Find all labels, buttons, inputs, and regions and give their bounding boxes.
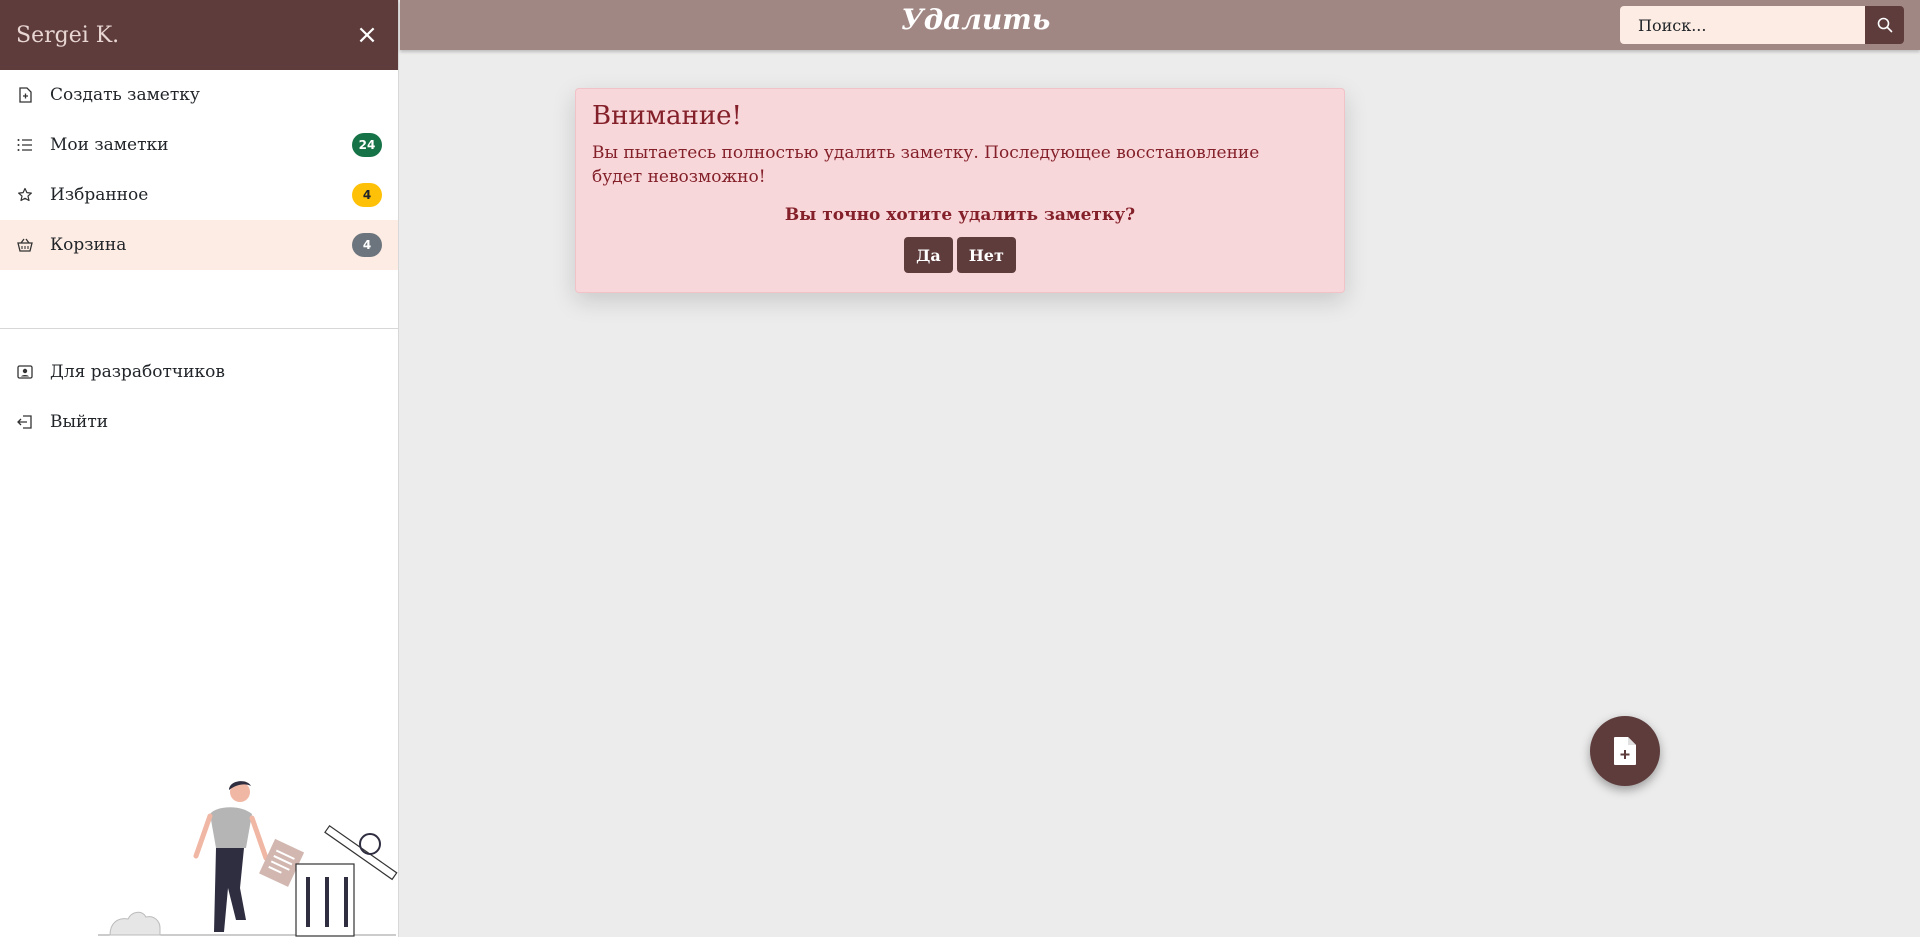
sidebar-item-my-notes[interactable]: Мои заметки 24 [0,120,398,170]
sidebar-item-trash[interactable]: Корзина 4 [0,220,398,270]
sidebar: Sergei K. × Создать заметку Мои заметки … [0,0,399,937]
box-arrow-left-icon [16,413,34,431]
basket-icon [16,236,34,254]
file-plus-icon [1614,737,1636,765]
sidebar-header: Sergei K. × [0,0,398,70]
sidebar-item-developers[interactable]: Для разработчиков [0,347,398,397]
file-plus-icon [16,86,34,104]
sidebar-item-create-note[interactable]: Создать заметку [0,70,398,120]
delete-confirm-alert: Внимание! Вы пытаетесь полностью удалить… [575,88,1345,293]
topbar: Удалить [400,0,1920,50]
sidebar-item-label: Мои заметки [50,135,169,155]
search-icon [1877,17,1892,33]
alert-actions: Да Нет [592,237,1328,273]
user-name: Sergei K. [16,22,120,48]
search-bar [1620,6,1904,44]
sidebar-item-label: Выйти [50,412,109,432]
sidebar-item-label: Создать заметку [50,85,200,105]
trash-illustration [98,781,398,937]
sidebar-item-favorites[interactable]: Избранное 4 [0,170,398,220]
confirm-yes-button[interactable]: Да [904,237,953,273]
page-title: Удалить [901,3,1051,36]
search-input[interactable] [1620,6,1865,44]
close-icon[interactable]: × [352,22,382,48]
person-badge-icon [16,363,34,381]
sidebar-item-label: Корзина [50,235,127,255]
star-icon [16,186,34,204]
favorites-count-badge: 4 [352,183,382,207]
trash-count-badge: 4 [352,233,382,257]
alert-title: Внимание! [592,101,742,131]
alert-question: Вы точно хотите удалить заметку? [784,205,1136,225]
sidebar-item-logout[interactable]: Выйти [0,397,398,447]
sidebar-item-label: Для разработчиков [50,362,225,382]
confirm-no-button[interactable]: Нет [956,237,1016,273]
alert-message: Вы пытаетесь полностью удалить заметку. … [592,143,1260,187]
notes-count-badge: 24 [352,133,382,157]
create-note-fab[interactable] [1590,716,1660,786]
list-icon [16,136,34,154]
sidebar-divider [0,328,398,329]
sidebar-item-label: Избранное [50,185,149,205]
search-button[interactable] [1865,6,1904,44]
